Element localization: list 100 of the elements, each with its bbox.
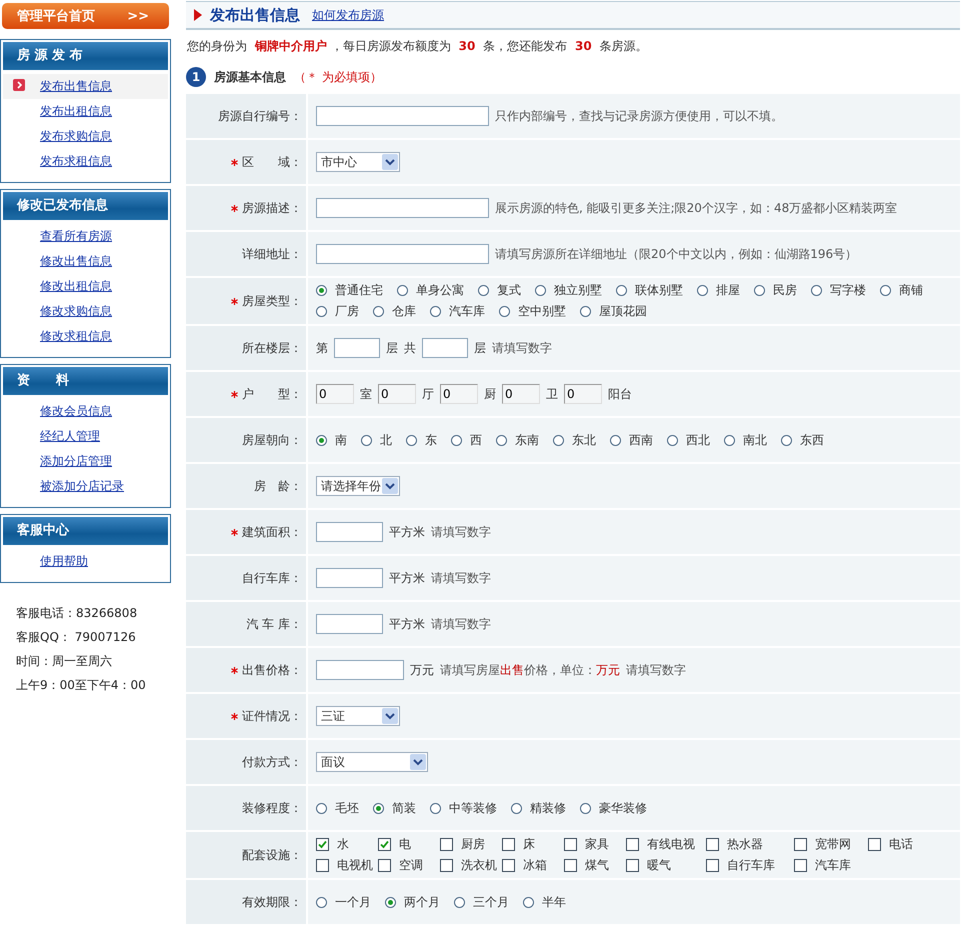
text-input[interactable] [334,338,380,358]
unit-label: 第 [316,340,328,356]
sidebar-link[interactable]: 修改出售信息 [40,253,112,270]
radio-button[interactable] [553,434,564,446]
radio-button[interactable] [511,802,522,814]
sidebar-link[interactable]: 经纪人管理 [40,428,100,445]
radio-button[interactable] [667,434,678,446]
radio-button[interactable] [535,285,546,296]
radio-button[interactable] [616,285,627,296]
sidebar-link[interactable]: 修改求租信息 [40,328,112,345]
text-input[interactable] [316,614,383,634]
text-input[interactable] [316,568,383,588]
sidebar-link[interactable]: 添加分店管理 [40,453,112,470]
checkbox[interactable] [316,838,329,851]
option-label: 厂房 [335,303,359,320]
radio-button[interactable] [754,285,765,296]
sidebar-link[interactable]: 发布求购信息 [40,128,112,145]
checkbox[interactable] [440,838,453,851]
checkbox[interactable] [502,838,515,851]
option-label: 中等装修 [449,800,497,816]
radio-button[interactable] [430,306,441,317]
radio-button[interactable] [454,896,465,908]
radio-button[interactable] [580,306,591,317]
radio-button[interactable] [697,285,708,296]
radio-button[interactable] [811,285,822,296]
text-input[interactable]: 0 [440,384,478,404]
radio-button[interactable] [316,285,327,296]
field-label: 户 型： [242,386,302,402]
checkbox[interactable] [564,859,577,872]
sidebar-link[interactable]: 使用帮助 [40,553,88,570]
radio-button[interactable] [316,306,327,317]
dropdown[interactable]: 三证 [316,706,400,726]
radio-button[interactable] [316,896,327,908]
checkbox[interactable] [564,838,577,851]
text-input[interactable] [316,660,404,680]
panel-title: 客服中心 [3,517,168,545]
text-input[interactable] [316,522,383,542]
radio-button[interactable] [880,285,891,296]
radio-button[interactable] [499,306,510,317]
radio-button[interactable] [316,802,327,814]
radio-button[interactable] [430,802,441,814]
sidebar-link[interactable]: 修改出租信息 [40,278,112,295]
field-label: 所在楼层： [242,340,302,356]
sidebar-link[interactable]: 修改求购信息 [40,303,112,320]
checkbox[interactable] [706,838,719,851]
option-label: 暖气 [647,857,671,874]
checkbox[interactable] [626,838,639,851]
radio-button[interactable] [373,306,384,317]
radio-button[interactable] [316,434,327,446]
checkbox[interactable] [316,859,329,872]
option-label: 厨房 [461,836,485,853]
radio-button[interactable] [496,434,507,446]
sidebar-link[interactable]: 查看所有房源 [40,228,112,245]
dropdown[interactable]: 市中心 [316,152,400,172]
text-input[interactable]: 0 [378,384,416,404]
help-link[interactable]: 如何发布房源 [312,6,384,24]
step-number: 1 [186,67,206,87]
text-input[interactable] [316,244,489,264]
sidebar-link[interactable]: 发布出租信息 [40,103,112,120]
dropdown[interactable]: 面议 [316,752,428,772]
checkbox[interactable] [626,859,639,872]
text-input[interactable] [316,198,489,218]
checkbox[interactable] [706,859,719,872]
text-input[interactable]: 0 [316,384,354,404]
sidebar-link[interactable]: 被添加分店记录 [40,478,124,495]
radio-button[interactable] [781,434,792,446]
option-label: 两个月 [404,894,440,910]
radio-button[interactable] [397,285,408,296]
checkbox[interactable] [378,838,391,851]
field-label: 配套设施： [242,846,302,864]
dropdown[interactable]: 请选择年份 [316,476,400,496]
checkbox[interactable] [440,859,453,872]
section-title: 房源基本信息 [214,68,286,86]
option-label: 豪华装修 [599,800,647,816]
sidebar-link[interactable]: 修改会员信息 [40,403,112,420]
radio-button[interactable] [385,896,396,908]
radio-button[interactable] [610,434,621,446]
checkbox[interactable] [378,859,391,872]
option-label: 普通住宅 [335,282,383,299]
text-input[interactable] [316,106,489,126]
text-input[interactable] [422,338,468,358]
radio-button[interactable] [451,434,462,446]
radio-button[interactable] [580,802,591,814]
radio-button[interactable] [478,285,489,296]
radio-button[interactable] [361,434,372,446]
option-label: 汽车库 [815,857,851,874]
text-input[interactable]: 0 [564,384,602,404]
field-label: 有效期限： [242,894,302,910]
radio-button[interactable] [523,896,534,908]
radio-button[interactable] [373,802,384,814]
sidebar-link[interactable]: 发布求租信息 [40,153,112,170]
checkbox[interactable] [868,838,881,851]
option-label: 一个月 [335,894,371,910]
radio-button[interactable] [724,434,735,446]
option-label: 东南 [515,432,539,448]
radio-button[interactable] [406,434,417,446]
checkbox[interactable] [502,859,515,872]
checkbox[interactable] [794,859,807,872]
text-input[interactable]: 0 [502,384,540,404]
checkbox[interactable] [794,838,807,851]
